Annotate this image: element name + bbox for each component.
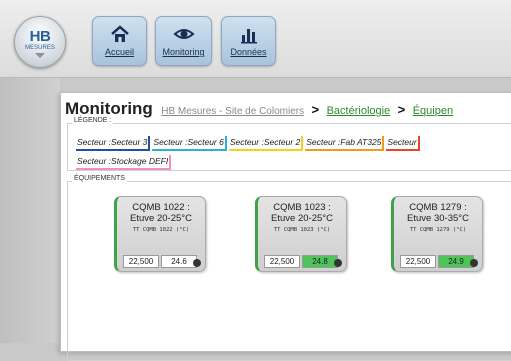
legend-sector-3[interactable]: Secteur :Secteur 3 <box>76 136 151 151</box>
monitoring-panel: Monitoring HB Mesures - Site de Colomier… <box>60 92 511 361</box>
legend-sector-prefix: Secteur : <box>77 156 112 166</box>
legend-sector-name: Fab AT325 <box>340 137 382 147</box>
eye-icon <box>172 29 195 39</box>
equipment-setpoint-value: 22,500 <box>264 255 300 268</box>
equipment-sensor-label: TT CQMB 1023 (°C) <box>273 227 331 233</box>
breadcrumb: Monitoring HB Mesures - Site de Colomier… <box>65 99 453 119</box>
details-dot-icon[interactable] <box>470 259 478 267</box>
equipment-name: CQMB 1022 : Etuve 20-25°C <box>117 202 205 224</box>
equipment-setpoint-value: 22,500 <box>400 255 436 268</box>
hb-mesures-logo[interactable]: HB MESURES <box>14 16 66 68</box>
breadcrumb-separator: > <box>311 102 320 117</box>
equipment-id: CQMB 1279 : <box>409 202 467 213</box>
nav-monitoring-label: Monitoring <box>162 47 205 57</box>
equipment-sensor-label: TT CQMB 1279 (°C) <box>409 227 467 233</box>
legend-sector-6[interactable]: Secteur :Secteur 6 <box>152 136 227 151</box>
home-icon <box>110 25 129 42</box>
equipments-fieldset: ÉQUIPEMENTS CQMB 1022 : Etuve 20-25°C TT … <box>67 175 511 361</box>
equipment-measured-value: 24.9 <box>438 255 474 268</box>
bar-chart-icon <box>240 29 257 44</box>
left-shade <box>0 78 60 343</box>
legend-sector-2[interactable]: Secteur :Secteur 2 <box>228 136 304 151</box>
equipment-desc: Etuve 20-25°C <box>271 213 333 224</box>
equipment-name: CQMB 1279 : Etuve 30-35°C <box>394 202 482 224</box>
breadcrumb-separator: > <box>397 102 406 117</box>
nav-accueil-button[interactable]: Accueil <box>92 16 147 66</box>
legend-sector-prefix: Secteur : <box>77 137 112 147</box>
legend-sector-stockage-defi[interactable]: Secteur :Stockage DEFI <box>76 155 172 170</box>
legend-sector-name: Stockage DEFI <box>111 156 169 166</box>
equipments-label: ÉQUIPEMENTS <box>72 175 127 182</box>
equipment-card-cqmb-1279[interactable]: CQMB 1279 : Etuve 30-35°C TT CQMB 1279 (°… <box>391 196 483 272</box>
legend-sector-fab-at325[interactable]: Secteur :Fab AT325 <box>305 136 385 151</box>
breadcrumb-bacteriologie-link[interactable]: Bactériologie <box>327 105 391 117</box>
legend-fieldset: LÉGENDE : Secteur :Secteur 3 Secteur :Sec… <box>67 117 511 171</box>
legend-sector-name: Secteur 3 <box>111 137 148 147</box>
page-title: Monitoring <box>65 99 153 118</box>
equipment-id: CQMB 1023 : <box>273 202 331 213</box>
equipment-id: CQMB 1022 : <box>132 202 190 213</box>
logo-text: HB <box>29 28 51 45</box>
equipment-setpoint-value: 22,500 <box>123 255 159 268</box>
equipment-name: CQMB 1023 : Etuve 20-25°C <box>258 202 346 224</box>
equipment-card-cqmb-1023[interactable]: CQMB 1023 : Etuve 20-25°C TT CQMB 1023 (°… <box>255 196 347 272</box>
equipment-sensor-label: TT CQMB 1022 (°C) <box>132 227 190 233</box>
equipment-card-cqmb-1022[interactable]: CQMB 1022 : Etuve 20-25°C TT CQMB 1022 (°… <box>114 196 206 272</box>
legend-sector-prefix: Secteur : <box>306 137 341 147</box>
logo-subtext: MESURES <box>25 45 55 51</box>
legend-sector-prefix: Secteur : <box>153 137 188 147</box>
breadcrumb-site-link[interactable]: HB Mesures - Site de Colomiers <box>161 106 304 117</box>
nav-donnees-button[interactable]: Données <box>221 16 276 66</box>
equipment-desc: Etuve 20-25°C <box>130 213 192 224</box>
nav-donnees-label: Données <box>230 47 267 57</box>
equipment-desc: Etuve 30-35°C <box>407 213 469 224</box>
legend-sector-name: Secteur 6 <box>187 137 224 147</box>
top-toolbar: HB MESURES Accueil Monitoring Données <box>0 0 511 78</box>
nav-accueil-label: Accueil <box>104 47 134 57</box>
nav-monitoring-button[interactable]: Monitoring <box>155 16 212 66</box>
legend-sector-truncated[interactable]: Secteur <box>386 136 420 151</box>
breadcrumb-equipements-link[interactable]: Équipen <box>413 105 453 117</box>
legend-sector-prefix: Secteur : <box>229 137 264 147</box>
legend-label: LÉGENDE : <box>72 117 114 124</box>
details-dot-icon[interactable] <box>334 259 342 267</box>
chevron-down-icon <box>35 53 45 58</box>
legend-sector-name: Secteur 2 <box>263 137 301 147</box>
equipment-measured-value: 24.8 <box>302 255 338 268</box>
legend-sector-prefix: Secteur <box>387 137 417 147</box>
details-dot-icon[interactable] <box>193 259 201 267</box>
equipment-measured-value: 24.6 <box>161 255 197 268</box>
